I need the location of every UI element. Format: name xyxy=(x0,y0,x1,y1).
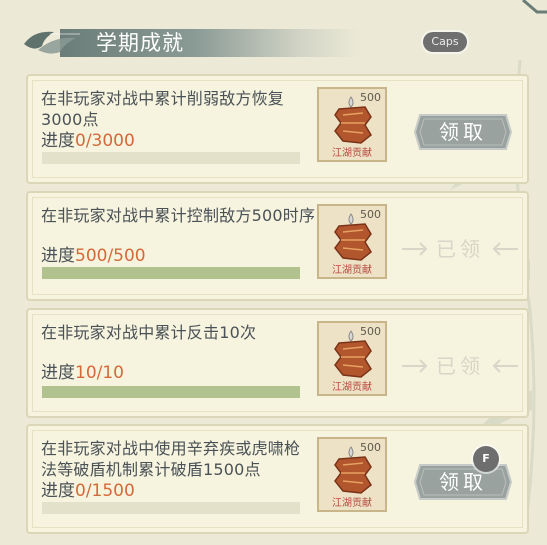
brush-emblem-icon xyxy=(24,31,80,54)
achievement-card: 在非玩家对战中使用辛弃疾或虎啸枪法等破盾机制累计破盾1500点 进度0/1500… xyxy=(26,424,529,534)
reward-name: 江湖贡献 xyxy=(332,265,372,276)
achievement-card: 在非玩家对战中累计反击10次 进度10/10 500 江湖贡献 已领 xyxy=(26,308,529,418)
claimed-status: 已领 xyxy=(400,234,520,264)
achievement-card: 在非玩家对战中累计削弱敌方恢复3000点 进度0/3000 500 江湖贡献 领… xyxy=(26,74,529,184)
progress-value: 10/10 xyxy=(75,363,124,383)
reward-name: 江湖贡献 xyxy=(332,498,372,509)
page-title: 学期成就 xyxy=(96,31,184,55)
achievement-card: 在非玩家对战中累计控制敌方500时序 进度500/500 500 江湖贡献 已领 xyxy=(26,191,529,301)
progress-value: 500/500 xyxy=(75,246,146,266)
reward-name: 江湖贡献 xyxy=(332,148,372,159)
reward-slot[interactable]: 500 江湖贡献 xyxy=(317,437,387,512)
page-header: 学期成就 Caps xyxy=(0,0,547,70)
progress-value: 0/1500 xyxy=(75,481,135,501)
progress-value: 0/3000 xyxy=(75,131,135,151)
reward-slot[interactable]: 500 江湖贡献 xyxy=(317,204,387,279)
reward-quantity: 500 xyxy=(360,325,381,338)
progress-label: 进度 xyxy=(41,363,75,383)
claim-button-label: 领取 xyxy=(439,120,487,144)
reward-slot[interactable]: 500 江湖贡献 xyxy=(317,87,387,162)
hotkey-f-badge[interactable]: F xyxy=(473,446,499,472)
progress-label: 进度 xyxy=(41,481,75,501)
achievement-description: 在非玩家对战中累计控制敌方500时序 xyxy=(41,206,316,225)
progress-bar-fill xyxy=(42,267,300,279)
progress-label: 进度 xyxy=(41,246,75,266)
progress-text: 进度10/10 xyxy=(41,362,124,384)
progress-text: 进度500/500 xyxy=(41,245,146,267)
achievement-description: 在非玩家对战中使用辛弃疾或虎啸枪法等破盾机制累计破盾1500点 xyxy=(41,439,301,479)
reward-quantity: 500 xyxy=(360,91,381,104)
progress-label: 进度 xyxy=(41,131,75,151)
progress-text: 进度0/3000 xyxy=(41,130,135,152)
progress-text: 进度0/1500 xyxy=(41,480,135,502)
progress-bar xyxy=(42,386,300,398)
reward-slot[interactable]: 500 江湖贡献 xyxy=(317,321,387,396)
corner-ornament xyxy=(522,0,547,14)
claimed-status: 已领 xyxy=(400,351,520,381)
reward-quantity: 500 xyxy=(360,441,381,454)
reward-quantity: 500 xyxy=(360,208,381,221)
achievement-description: 在非玩家对战中累计反击10次 xyxy=(41,323,257,342)
caps-key-badge[interactable]: Caps xyxy=(423,32,467,52)
claimed-label: 已领 xyxy=(436,354,484,378)
progress-bar xyxy=(42,267,300,279)
claimed-label: 已领 xyxy=(436,237,484,261)
claim-button-label: 领取 xyxy=(439,470,487,494)
progress-bar xyxy=(42,502,300,514)
progress-bar xyxy=(42,152,300,164)
progress-bar-fill xyxy=(42,386,300,398)
claim-button[interactable]: 领取 xyxy=(414,113,512,151)
achievement-description: 在非玩家对战中累计削弱敌方恢复3000点 xyxy=(41,89,285,129)
reward-name: 江湖贡献 xyxy=(332,382,372,393)
claim-button[interactable]: 领取 xyxy=(414,463,512,501)
